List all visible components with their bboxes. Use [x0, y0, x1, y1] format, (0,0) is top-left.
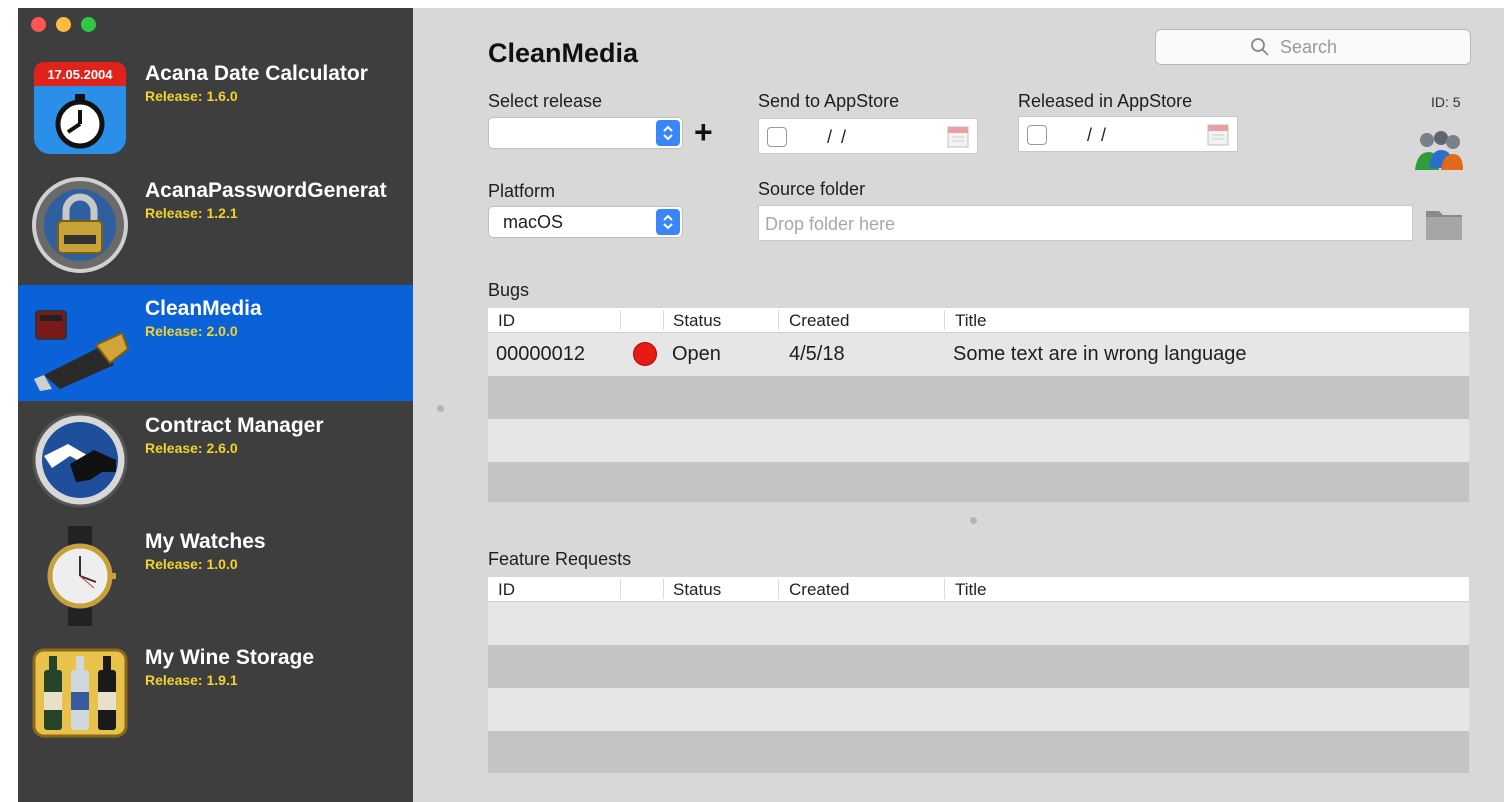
app-release: Release: 2.6.0: [145, 440, 238, 456]
table-row-empty[interactable]: [488, 376, 1469, 419]
table-header: ID Status Created Title: [488, 308, 1469, 333]
select-release-popup[interactable]: [488, 117, 683, 149]
source-folder-label: Source folder: [758, 179, 866, 199]
wine-bottles-icon: [32, 648, 128, 738]
column-header-created[interactable]: Created: [789, 580, 849, 600]
sidebar-item-contract-manager[interactable]: Contract Manager Release: 2.6.0: [18, 402, 413, 518]
source-folder-field[interactable]: Drop folder here: [758, 205, 1413, 241]
sidebar-item-cleanmedia[interactable]: CleanMedia Release: 2.0.0: [18, 285, 413, 401]
bug-id: 00000012: [496, 343, 585, 365]
app-release: Release: 1.6.0: [145, 88, 238, 104]
app-name: CleanMedia: [145, 297, 262, 320]
table-row[interactable]: 00000012 Open 4/5/18 Some text are in wr…: [488, 333, 1469, 376]
table-row-empty[interactable]: [488, 688, 1469, 731]
page-title: CleanMedia: [488, 38, 639, 68]
column-header-status[interactable]: Status: [673, 311, 721, 331]
app-name: My Watches: [145, 530, 266, 553]
usb-drive-icon: [34, 310, 130, 391]
sidebar-item-acana-password-generator[interactable]: AcanaPasswordGenerat Release: 1.2.1: [18, 167, 413, 283]
record-id-label: ID: 5: [1431, 94, 1461, 110]
detail-pane: CleanMedia Search ID: 5 Select release +…: [413, 8, 1504, 802]
app-name: AcanaPasswordGenerat: [145, 179, 387, 202]
released-in-appstore-date-picker[interactable]: / /: [1018, 116, 1238, 152]
padlock-icon: [32, 177, 128, 273]
app-release: Release: 1.2.1: [145, 205, 238, 221]
table-row-empty[interactable]: [488, 731, 1469, 773]
send-to-appstore-label: Send to AppStore: [758, 91, 900, 111]
send-to-appstore-checkbox[interactable]: [767, 127, 787, 147]
app-name: My Wine Storage: [145, 646, 315, 669]
app-release: Release: 1.9.1: [145, 672, 238, 688]
released-in-appstore-checkbox[interactable]: [1027, 125, 1047, 145]
bug-created: 4/5/18: [789, 343, 845, 365]
table-split-handle[interactable]: [970, 517, 977, 524]
split-view-handle[interactable]: [437, 405, 444, 412]
table-row-empty[interactable]: [488, 462, 1469, 502]
column-header-title[interactable]: Title: [955, 580, 987, 600]
calendar-icon[interactable]: [947, 124, 969, 148]
bug-status: Open: [672, 343, 721, 365]
search-placeholder: Search: [1280, 37, 1338, 57]
app-release: Release: 2.0.0: [145, 323, 238, 339]
table-header: ID Status Created Title: [488, 577, 1469, 602]
handshake-icon: [32, 412, 128, 508]
table-row-empty[interactable]: [488, 602, 1469, 645]
released-in-appstore-label: Released in AppStore: [1018, 91, 1193, 111]
stopwatch-calendar-icon: 17.05.2004: [34, 62, 126, 154]
status-indicator-icon: [633, 342, 657, 366]
zoom-window-button[interactable]: [81, 17, 96, 32]
add-release-button[interactable]: +: [694, 116, 713, 148]
app-name: Acana Date Calculator: [145, 62, 368, 85]
table-row-empty[interactable]: [488, 419, 1469, 462]
platform-popup[interactable]: macOS: [488, 206, 683, 238]
close-window-button[interactable]: [31, 17, 46, 32]
released-in-appstore-date-value: / /: [1087, 125, 1109, 145]
column-header-id[interactable]: ID: [498, 311, 515, 331]
feature-requests-label: Feature Requests: [488, 549, 632, 569]
sidebar-item-my-wine-storage[interactable]: My Wine Storage Release: 1.9.1: [18, 634, 413, 750]
app-sidebar[interactable]: 17.05.2004 Acana Date Calculator Release…: [18, 8, 413, 802]
column-header-id[interactable]: ID: [498, 580, 515, 600]
search-field[interactable]: Search: [1155, 29, 1471, 65]
source-folder-placeholder: Drop folder here: [765, 214, 896, 234]
svg-text:17.05.2004: 17.05.2004: [47, 67, 113, 82]
popup-chevron-icon: [656, 209, 680, 235]
sidebar-item-my-watches[interactable]: My Watches Release: 1.0.0: [18, 518, 413, 634]
app-release: Release: 1.0.0: [145, 556, 238, 572]
column-header-created[interactable]: Created: [789, 311, 849, 331]
send-to-appstore-date-picker[interactable]: / /: [758, 118, 978, 154]
table-row-empty[interactable]: [488, 645, 1469, 688]
bugs-label: Bugs: [488, 280, 530, 300]
users-icon[interactable]: [1413, 130, 1465, 172]
minimize-window-button[interactable]: [56, 17, 71, 32]
calendar-icon[interactable]: [1207, 122, 1229, 146]
folder-icon[interactable]: [1425, 205, 1463, 241]
feature-requests-table[interactable]: ID Status Created Title: [488, 577, 1469, 773]
bug-title: Some text are in wrong language: [953, 343, 1247, 365]
bugs-table[interactable]: ID Status Created Title 00000012 Open 4/…: [488, 308, 1469, 502]
platform-label: Platform: [488, 181, 556, 201]
send-to-appstore-date-value: / /: [827, 127, 849, 147]
column-header-title[interactable]: Title: [955, 311, 987, 331]
sidebar-item-acana-date-calculator[interactable]: 17.05.2004 Acana Date Calculator Release…: [18, 50, 413, 166]
watch-icon: [47, 526, 116, 626]
search-icon: [1251, 38, 1269, 56]
column-header-status[interactable]: Status: [673, 580, 721, 600]
popup-chevron-icon: [656, 120, 680, 146]
platform-value: macOS: [503, 212, 564, 232]
app-window: 17.05.2004 Acana Date Calculator Release…: [18, 8, 1504, 802]
select-release-label: Select release: [488, 91, 603, 111]
app-name: Contract Manager: [145, 414, 324, 437]
